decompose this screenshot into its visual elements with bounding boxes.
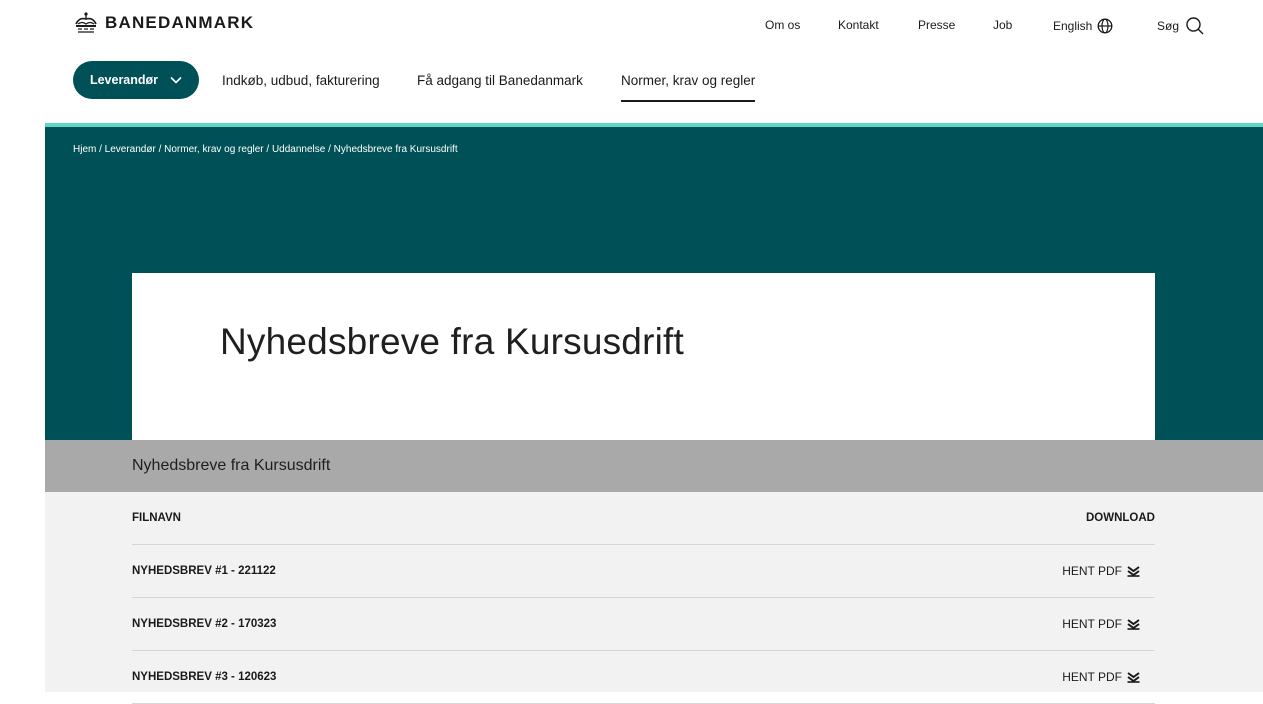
section-header: Nyhedsbreve fra Kursusdrift	[45, 440, 1263, 492]
kontakt-link[interactable]: Kontakt	[838, 18, 879, 32]
files-table: FILNAVN DOWNLOAD NYHEDSBREV #1 - 221122 …	[45, 492, 1263, 704]
download-label: HENT PDF	[1062, 670, 1122, 684]
nav-normer[interactable]: Normer, krav og regler	[621, 73, 756, 102]
presse-link[interactable]: Presse	[918, 18, 955, 32]
file-name: NYHEDSBREV #3 - 120623	[132, 671, 277, 683]
search-button[interactable]: Søg	[1157, 16, 1205, 36]
main-nav: Leverandør Indkøb, udbud, fakturering Få…	[0, 52, 1263, 124]
search-icon	[1186, 17, 1204, 35]
download-label: HENT PDF	[1062, 617, 1122, 631]
table-row: NYHEDSBREV #2 - 170323 HENT PDF	[132, 598, 1155, 651]
om-os-link[interactable]: Om os	[765, 18, 800, 32]
download-pdf-link[interactable]: HENT PDF	[1062, 617, 1140, 631]
header-download: DOWNLOAD	[1086, 512, 1155, 524]
table-row: NYHEDSBREV #1 - 221122 HENT PDF	[132, 545, 1155, 598]
page-title: Nyhedsbreve fra Kursusdrift	[220, 321, 684, 362]
banedanmark-logo[interactable]: BANEDANMARK	[73, 12, 254, 34]
leverandor-label: Leverandør	[89, 73, 159, 87]
title-card: Nyhedsbreve fra Kursusdrift	[132, 273, 1155, 440]
file-name: NYHEDSBREV #1 - 221122	[132, 565, 276, 577]
download-label: HENT PDF	[1062, 564, 1122, 578]
download-icon	[1127, 565, 1140, 577]
download-icon	[1127, 671, 1140, 683]
nav-indkob[interactable]: Indkøb, udbud, fakturering	[222, 73, 380, 88]
job-link[interactable]: Job	[993, 18, 1012, 32]
english-label: English	[1053, 19, 1093, 33]
file-name: NYHEDSBREV #2 - 170323	[132, 618, 277, 630]
globe-icon	[1097, 18, 1113, 34]
chevron-down-icon	[170, 76, 182, 84]
nav-faa-adgang[interactable]: Få adgang til Banedanmark	[417, 73, 583, 88]
leverandor-dropdown-button[interactable]: Leverandør	[73, 61, 199, 99]
english-link[interactable]: English	[1053, 18, 1113, 34]
search-label: Søg	[1157, 19, 1180, 33]
table-row: NYHEDSBREV #3 - 120623 HENT PDF	[132, 651, 1155, 704]
download-pdf-link[interactable]: HENT PDF	[1062, 670, 1140, 684]
download-pdf-link[interactable]: HENT PDF	[1062, 564, 1140, 578]
crown-icon	[75, 12, 97, 33]
breadcrumb[interactable]: Hjem / Leverandør / Normer, krav og regl…	[73, 144, 458, 155]
brand-name: BANEDANMARK	[105, 13, 255, 32]
table-header: FILNAVN DOWNLOAD	[132, 492, 1155, 545]
section-title: Nyhedsbreve fra Kursusdrift	[132, 457, 331, 474]
header-filnavn: FILNAVN	[132, 512, 181, 524]
top-bar: BANEDANMARK Om os Kontakt Presse Job Eng…	[0, 0, 1263, 52]
download-icon	[1127, 618, 1140, 630]
